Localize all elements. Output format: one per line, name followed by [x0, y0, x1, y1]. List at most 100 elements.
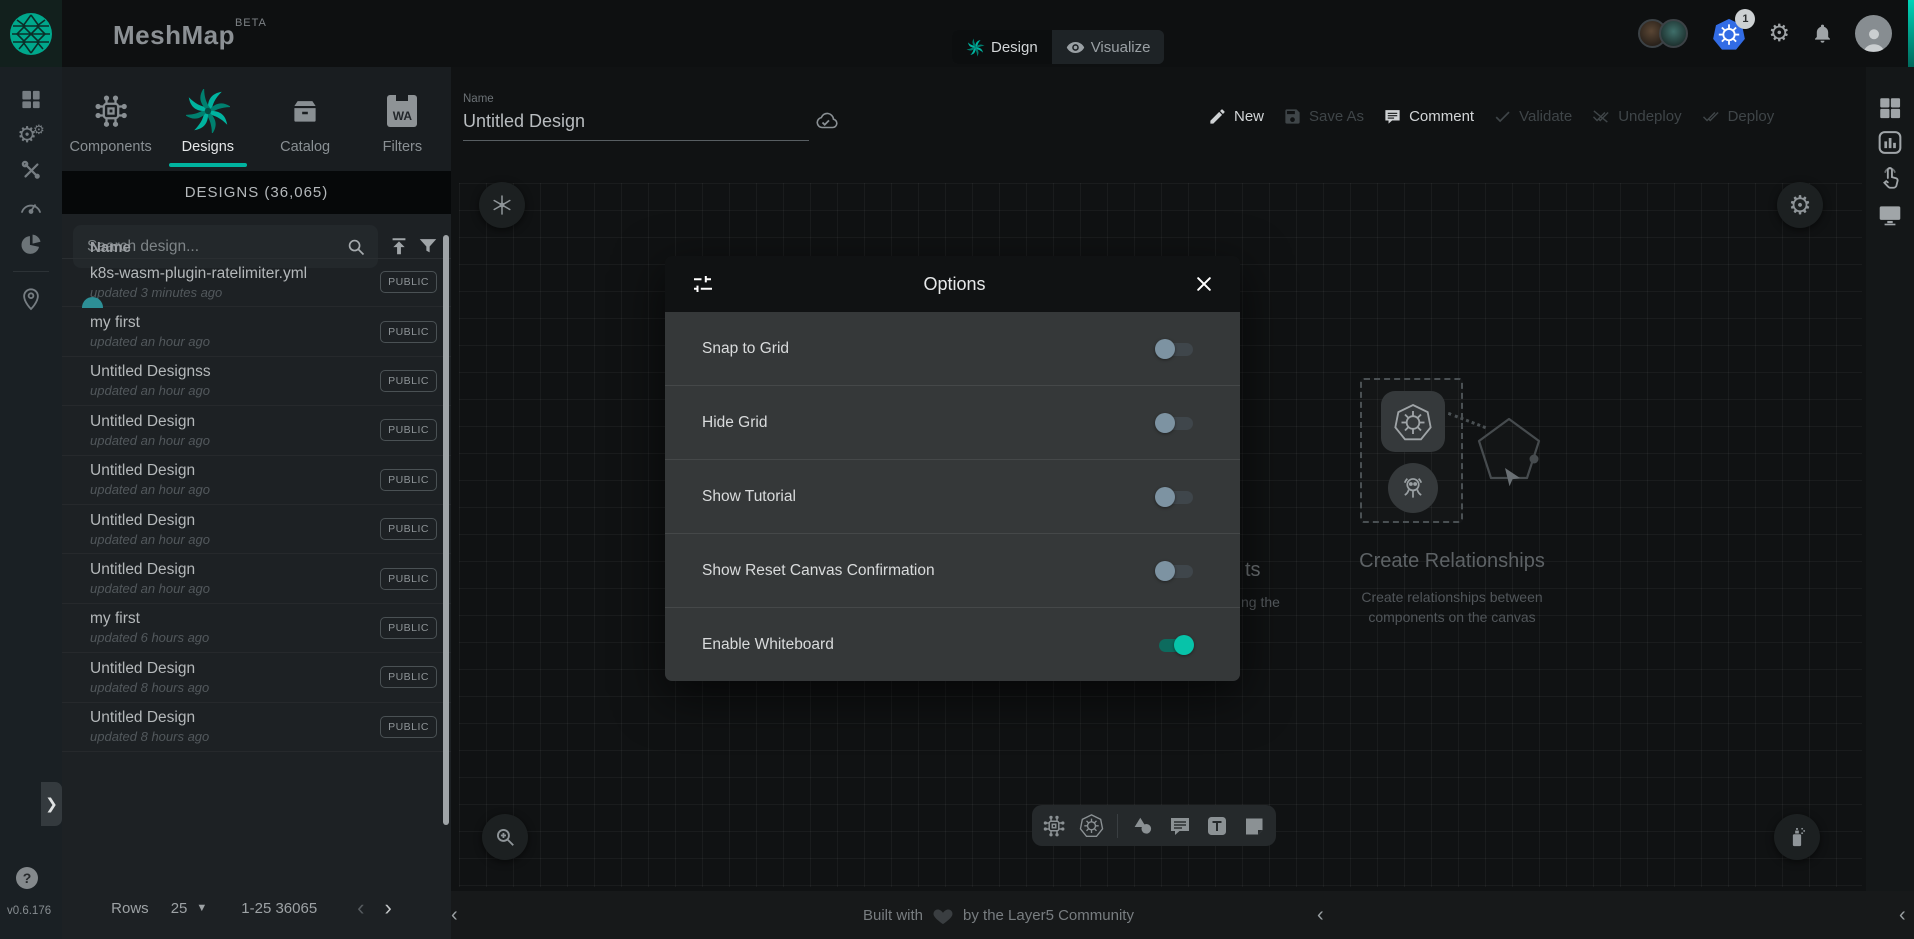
validate-button[interactable]: Validate [1493, 107, 1572, 126]
meshery-logo[interactable] [0, 0, 62, 67]
caret-down-icon: ▼ [196, 902, 207, 914]
dock-comment-icon[interactable] [1168, 814, 1192, 838]
design-updated-time: updated an hour ago [90, 383, 380, 398]
design-list-item[interactable]: Untitled Design updated an hour ago PUBL… [62, 406, 451, 455]
help-button[interactable]: ? [16, 867, 38, 889]
collapse-center-chevron[interactable]: ‹ [1317, 891, 1324, 939]
spray-can-icon [1786, 825, 1808, 849]
design-swirl-icon [966, 38, 985, 57]
analytics-chart-icon[interactable] [1877, 129, 1904, 156]
display-monitor-icon[interactable] [1877, 203, 1903, 227]
undeploy-button[interactable]: Undeploy [1591, 107, 1681, 126]
design-updated-time: updated an hour ago [90, 482, 380, 497]
spray-tool-button[interactable] [1774, 814, 1820, 860]
footer-text-suffix: by the Layer5 Community [963, 907, 1134, 924]
import-design-icon[interactable] [388, 235, 410, 257]
tab-components[interactable]: Components [62, 67, 159, 171]
list-scrollbar[interactable] [443, 235, 449, 825]
settings-gear-icon[interactable]: ⚙ [1768, 22, 1790, 46]
notifications-bell-icon[interactable] [1812, 22, 1833, 45]
touch-interaction-icon[interactable] [1877, 165, 1903, 191]
design-list-item[interactable]: k8s-wasm-plugin-ratelimiter.yml updated … [62, 258, 451, 307]
tutorial-title: Create Relationships [1311, 550, 1593, 573]
tab-visualize[interactable]: Visualize [1052, 30, 1165, 64]
design-list-item[interactable]: Untitled Design updated an hour ago PUBL… [62, 505, 451, 554]
design-name: Untitled Design [90, 462, 380, 480]
canvas-settings-button[interactable]: ⚙ [1777, 182, 1823, 228]
canvas-dock [1032, 805, 1276, 846]
design-list-item[interactable]: Untitled Design updated an hour ago PUBL… [62, 456, 451, 505]
visibility-badge: PUBLIC [380, 419, 437, 441]
save-as-button[interactable]: Save As [1283, 107, 1364, 126]
kubernetes-context-button[interactable]: 1 [1712, 17, 1746, 51]
meshmap-pin-icon[interactable] [20, 285, 42, 311]
option-toggle-switch[interactable] [1155, 486, 1196, 508]
design-canvas[interactable]: Name New Save As Comment Validate [451, 67, 1866, 891]
app-title: MeshMapBETA [113, 17, 267, 51]
dock-shapes-icon[interactable] [1131, 814, 1155, 838]
undeploy-crossed-check-icon [1591, 107, 1611, 126]
tab-label: Components [70, 139, 152, 155]
meshsync-button[interactable] [479, 182, 525, 228]
dock-kubernetes-icon[interactable] [1079, 813, 1104, 838]
design-list-item[interactable]: Untitled Design updated an hour ago PUBL… [62, 554, 451, 603]
extensions-mesh-icon[interactable] [19, 232, 44, 257]
tab-label: Filters [383, 139, 422, 155]
configuration-tools-icon[interactable] [20, 159, 42, 181]
tab-catalog[interactable]: Catalog [257, 67, 354, 171]
components-grid-icon[interactable] [1877, 95, 1903, 121]
design-list-item[interactable]: Untitled Design updated 8 hours ago PUBL… [62, 653, 451, 702]
design-list-item[interactable]: my first updated 6 hours ago PUBLIC [62, 604, 451, 653]
options-modal: Options Snap to Grid [665, 256, 1240, 681]
design-list-item[interactable]: Untitled Designss updated an hour ago PU… [62, 357, 451, 406]
user-avatar[interactable] [1855, 15, 1892, 52]
tab-designs[interactable]: Designs [159, 67, 256, 171]
design-list-item[interactable]: my first updated an hour ago PUBLIC [62, 307, 451, 356]
option-toggle-switch[interactable] [1155, 412, 1196, 434]
pencil-icon [1208, 107, 1227, 126]
design-name-input[interactable] [463, 105, 809, 141]
option-toggle-switch[interactable] [1155, 634, 1196, 656]
column-header-name: Name [90, 239, 131, 256]
search-icon[interactable] [346, 237, 366, 257]
tab-design[interactable]: Design [952, 30, 1052, 64]
design-info: Untitled Design updated an hour ago [90, 413, 380, 448]
gear-icon: ⚙ [1788, 190, 1811, 221]
dashboard-icon[interactable] [20, 88, 43, 111]
header-edge-accent [1908, 0, 1914, 67]
option-toggle-switch[interactable] [1155, 338, 1196, 360]
collapse-left-panel-chevron[interactable]: ‹ [451, 891, 458, 939]
rows-per-page-select[interactable]: 25 ▼ [171, 900, 208, 917]
pagination-bar: Rows 25 ▼ 1-25 36065 ‹ › [62, 891, 451, 925]
close-icon[interactable] [1194, 274, 1214, 294]
footer-text-prefix: Built with [863, 907, 923, 924]
zoom-button[interactable] [482, 814, 528, 860]
toggle-knob [1155, 339, 1175, 359]
expand-rail-chevron[interactable]: ❯ [41, 782, 62, 826]
tutorial-pentagon [1473, 414, 1545, 488]
squid-icon [1397, 472, 1429, 504]
check-icon [1493, 107, 1512, 126]
design-list: k8s-wasm-plugin-ratelimiter.yml updated … [62, 258, 451, 752]
comment-button[interactable]: Comment [1383, 107, 1474, 126]
dock-components-icon[interactable] [1042, 814, 1066, 838]
lifecycle-gears-icon[interactable]: ⚙⚙ [17, 122, 44, 148]
filter-funnel-icon[interactable] [417, 235, 439, 257]
footer-credit: Built with by the Layer5 Community [863, 891, 1134, 939]
design-list-item[interactable]: Untitled Design updated 8 hours ago PUBL… [62, 703, 451, 752]
new-button[interactable]: New [1208, 107, 1264, 126]
deploy-button[interactable]: Deploy [1701, 107, 1775, 126]
previous-page-chevron[interactable]: ‹ [347, 895, 374, 921]
performance-gauge-icon[interactable] [19, 196, 43, 216]
option-row: Show Tutorial [665, 460, 1240, 534]
toggle-knob [1155, 561, 1175, 581]
tab-filters[interactable]: WA Filters [354, 67, 451, 171]
design-name: k8s-wasm-plugin-ratelimiter.yml [90, 265, 380, 283]
dock-note-icon[interactable] [1242, 814, 1266, 838]
next-page-chevron[interactable]: › [375, 895, 402, 921]
option-toggle-switch[interactable] [1155, 560, 1196, 582]
collapse-right-chevron[interactable]: ‹ [1899, 891, 1906, 939]
meshsync-snowflake-icon [490, 193, 514, 217]
dock-text-icon[interactable] [1205, 814, 1229, 838]
collaborator-avatar-2[interactable] [1659, 19, 1688, 48]
